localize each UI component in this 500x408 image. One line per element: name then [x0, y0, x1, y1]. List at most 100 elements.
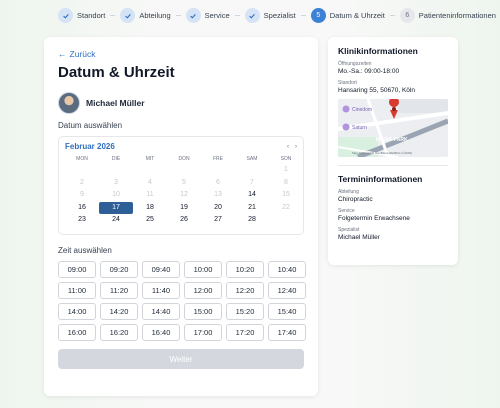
step-label: Standort: [77, 11, 106, 20]
service-label: Service: [338, 208, 355, 214]
weekday-header: SAM: [246, 156, 258, 162]
weekday-header: DIE: [111, 156, 121, 162]
termin-title: Termininformationen: [338, 174, 423, 184]
step-3[interactable]: Service: [185, 8, 230, 23]
calendar: Februar 2026 ‹ › MON DIE MIT DON FRE SAM SON 1 2…: [58, 136, 304, 235]
time-slot-button[interactable]: 11:00: [58, 282, 96, 299]
page-title: Datum & Uhrzeit: [58, 64, 175, 81]
calendar-day[interactable]: 21: [235, 202, 269, 215]
date-section-label: Datum auswählen: [58, 121, 123, 130]
time-slot-button[interactable]: 14:40: [142, 303, 180, 320]
specialist-value: Michael Müller: [338, 234, 380, 241]
stepper: Standort Abteilung Service Spezialist 5 Datum…: [58, 8, 496, 23]
time-slot-button[interactable]: 15:20: [226, 303, 264, 320]
time-slot-button[interactable]: 11:20: [100, 282, 138, 299]
hours-value: Mo.-Sa.: 09:00-18:00: [338, 68, 400, 75]
step-6: 6 Patienteninformationen: [399, 8, 496, 23]
arrow-left-icon: ←: [58, 49, 67, 59]
calendar-day[interactable]: 23: [65, 214, 99, 227]
weekday-header: DON: [178, 156, 190, 162]
step-separator: [110, 15, 116, 16]
step-separator: [300, 15, 306, 16]
time-slot-button[interactable]: 15:00: [184, 303, 222, 320]
chevron-left-icon[interactable]: ‹: [287, 144, 289, 150]
time-slot-grid: 09:00 09:20 09:40 10:00 10:20 10:40 11:00 11:20…: [58, 261, 306, 341]
calendar-day[interactable]: 18: [133, 202, 167, 215]
doctor-info: Michael Müller: [58, 92, 304, 114]
time-slot-button[interactable]: 12:00: [184, 282, 222, 299]
location-label: Standort: [338, 80, 357, 86]
calendar-day[interactable]: 14: [235, 189, 269, 202]
step-2[interactable]: Abteilung: [120, 8, 171, 23]
weekday-header: MON: [76, 156, 88, 162]
calendar-day: 5: [182, 178, 186, 186]
step-label: Patienteninformationen: [418, 11, 496, 20]
time-slot-button[interactable]: 17:20: [226, 324, 264, 341]
time-slot-button[interactable]: 12:20: [226, 282, 264, 299]
calendar-day[interactable]: 16: [65, 202, 99, 215]
specialist-label: Spezialist: [338, 227, 360, 233]
step-5: 5 Datum & Uhrzeit: [310, 8, 385, 23]
avatar: [58, 92, 80, 114]
calendar-day[interactable]: 20: [201, 202, 235, 215]
time-slot-button[interactable]: 17:40: [268, 324, 306, 341]
calendar-day: 22: [282, 203, 290, 211]
location-map[interactable]: Cinedom Saturn MEDIA-PARK Map data ©2026…: [338, 99, 448, 157]
time-slot-button[interactable]: 14:20: [100, 303, 138, 320]
calendar-day: 7: [250, 178, 254, 186]
time-slot-button[interactable]: 09:20: [100, 261, 138, 278]
calendar-day: [269, 214, 303, 227]
check-icon: [120, 8, 136, 23]
department-value: Chiropractic: [338, 196, 373, 203]
step-separator: [175, 15, 181, 16]
weekday-header: SON: [280, 156, 292, 162]
calendar-day: [235, 164, 269, 177]
step-separator: [234, 15, 240, 16]
calendar-day: 15: [282, 191, 290, 198]
time-slot-button[interactable]: 16:40: [142, 324, 180, 341]
weekday-header: MIT: [145, 156, 155, 162]
clinic-title: Klinikinformationen: [338, 46, 418, 56]
time-slot-button[interactable]: 11:40: [142, 282, 180, 299]
calendar-day: 3: [114, 178, 118, 186]
step-label: Abteilung: [139, 11, 171, 20]
calendar-day[interactable]: 27: [201, 214, 235, 227]
step-label: Service: [204, 11, 230, 20]
calendar-day[interactable]: 19: [167, 202, 201, 215]
time-slot-button[interactable]: 16:00: [58, 324, 96, 341]
back-link[interactable]: ← Zurück: [58, 49, 304, 59]
step-separator: [389, 15, 395, 16]
time-slot-button[interactable]: 12:40: [268, 282, 306, 299]
calendar-day: [133, 164, 167, 177]
booking-card: ← Zurück Datum & Uhrzeit Michael Müller …: [44, 37, 318, 396]
calendar-day: [65, 164, 99, 177]
time-slot-button[interactable]: 10:20: [226, 261, 264, 278]
calendar-day: [167, 164, 201, 177]
weiter-button[interactable]: Weiter: [58, 349, 304, 369]
calendar-day[interactable]: 25: [133, 214, 167, 227]
check-icon: [244, 8, 260, 23]
calendar-day[interactable]: 26: [167, 214, 201, 227]
chevron-right-icon[interactable]: ›: [295, 144, 297, 150]
calendar-day[interactable]: 24: [99, 214, 133, 227]
department-label: Abteilung: [338, 189, 359, 195]
step-label: Spezialist: [263, 11, 296, 20]
time-slot-button[interactable]: 14:00: [58, 303, 96, 320]
calendar-month: Februar 2026: [65, 142, 115, 151]
calendar-day[interactable]: 28: [235, 214, 269, 227]
time-slot-button[interactable]: 09:00: [58, 261, 96, 278]
service-value: Folgetermin Erwachsene: [338, 215, 410, 222]
step-4[interactable]: Spezialist: [244, 8, 296, 23]
time-slot-button[interactable]: 16:20: [100, 324, 138, 341]
time-slot-button[interactable]: 15:40: [268, 303, 306, 320]
calendar-day-selected[interactable]: 17: [99, 201, 133, 214]
step-number: 6: [399, 8, 415, 23]
time-slot-button[interactable]: 10:00: [184, 261, 222, 278]
time-section-label: Zeit auswählen: [58, 246, 112, 255]
time-slot-button[interactable]: 09:40: [142, 261, 180, 278]
map-attribution: Map data ©2026 GeoBasis-DE/BKG (©2009): [352, 151, 412, 155]
step-1[interactable]: Standort: [58, 8, 105, 23]
time-slot-button[interactable]: 17:00: [184, 324, 222, 341]
time-slot-button[interactable]: 10:40: [268, 261, 306, 278]
info-card: Klinikinformationen Öffnungszeiten Mo.-S…: [328, 37, 458, 265]
